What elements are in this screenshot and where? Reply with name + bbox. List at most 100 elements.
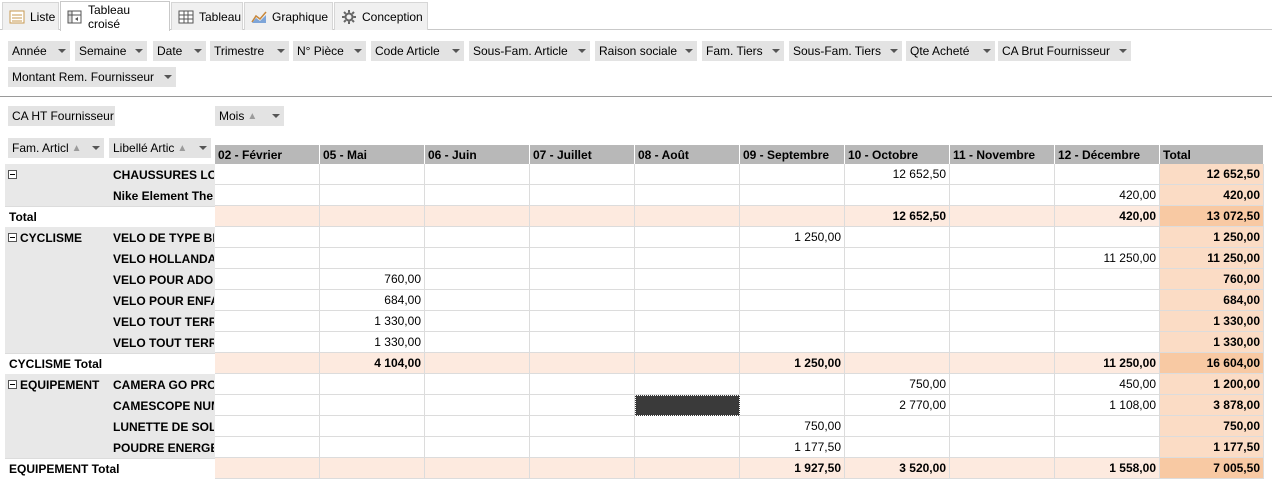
total-cell[interactable]: 3 878,00	[1160, 395, 1264, 416]
row-item-label[interactable]: CHAUSSURES LOI	[110, 164, 214, 185]
data-cell[interactable]: 12 652,50	[845, 164, 950, 185]
data-cell[interactable]	[215, 248, 320, 269]
data-cell[interactable]: 760,00	[320, 269, 425, 290]
filter-chip[interactable]: Qte Acheté	[906, 41, 995, 61]
data-cell[interactable]	[1055, 164, 1160, 185]
data-cell[interactable]	[950, 458, 1055, 479]
data-cell[interactable]	[950, 206, 1055, 227]
data-cell[interactable]	[950, 248, 1055, 269]
data-cell[interactable]	[530, 395, 635, 416]
data-cell[interactable]	[320, 164, 425, 185]
data-cell[interactable]	[530, 458, 635, 479]
data-cell[interactable]	[425, 269, 530, 290]
data-cell[interactable]	[530, 164, 635, 185]
data-cell[interactable]	[635, 227, 740, 248]
column-header[interactable]: 09 - Septembre	[740, 145, 845, 164]
data-cell[interactable]	[635, 353, 740, 374]
data-cell[interactable]	[215, 437, 320, 458]
data-cell[interactable]	[635, 290, 740, 311]
data-cell[interactable]	[320, 248, 425, 269]
total-cell[interactable]: 684,00	[1160, 290, 1264, 311]
data-cell[interactable]	[950, 311, 1055, 332]
data-cell[interactable]	[530, 185, 635, 206]
data-cell[interactable]	[215, 290, 320, 311]
total-cell[interactable]: 1 177,50	[1160, 437, 1264, 458]
data-cell[interactable]	[740, 206, 845, 227]
data-cell[interactable]	[1055, 416, 1160, 437]
data-cell[interactable]	[740, 269, 845, 290]
data-cell[interactable]	[1055, 311, 1160, 332]
row-item-label[interactable]: VELO POUR ENFAI	[110, 290, 214, 311]
data-cell[interactable]	[635, 269, 740, 290]
column-header[interactable]: 08 - Août	[635, 145, 740, 164]
data-cell[interactable]	[1055, 227, 1160, 248]
total-cell[interactable]: 1 330,00	[1160, 332, 1264, 353]
data-cell[interactable]	[635, 248, 740, 269]
data-cell[interactable]	[215, 206, 320, 227]
data-cell[interactable]	[320, 416, 425, 437]
total-cell[interactable]: 1 200,00	[1160, 374, 1264, 395]
row-item-label[interactable]: CAMESCOPE NUM	[110, 395, 214, 416]
data-cell[interactable]	[530, 269, 635, 290]
data-cell[interactable]	[950, 227, 1055, 248]
data-cell[interactable]: 450,00	[1055, 374, 1160, 395]
data-cell[interactable]	[320, 437, 425, 458]
data-cell[interactable]	[635, 206, 740, 227]
data-cell[interactable]	[320, 206, 425, 227]
data-cell[interactable]	[740, 374, 845, 395]
data-cell[interactable]: 1 558,00	[1055, 458, 1160, 479]
filter-chip[interactable]: Trimestre	[210, 41, 289, 61]
filter-chip[interactable]: Montant Rem. Fournisseur	[8, 67, 176, 87]
row-item-label[interactable]: VELO TOUT TERRA	[110, 311, 214, 332]
row-item-label[interactable]: VELO POUR ADO	[110, 269, 214, 290]
data-cell[interactable]	[740, 332, 845, 353]
tab-graphique[interactable]: Graphique	[244, 2, 333, 30]
dropdown-arrow-icon[interactable]	[272, 114, 280, 118]
data-cell[interactable]: 1 177,50	[740, 437, 845, 458]
collapse-icon[interactable]	[8, 380, 17, 389]
data-cell[interactable]	[740, 248, 845, 269]
data-cell[interactable]	[950, 416, 1055, 437]
data-cell[interactable]	[215, 311, 320, 332]
row-item-label[interactable]: CAMERA GO PRO	[110, 374, 214, 395]
column-header[interactable]: 02 - Février	[215, 145, 320, 164]
data-cell[interactable]: 1 250,00	[740, 227, 845, 248]
data-cell[interactable]	[845, 185, 950, 206]
row-item-label[interactable]: LUNETTE DE SOLE	[110, 416, 214, 437]
total-cell[interactable]: 13 072,50	[1160, 206, 1264, 227]
data-cell[interactable]	[530, 206, 635, 227]
dropdown-arrow-icon[interactable]	[1119, 49, 1127, 53]
total-cell[interactable]: 750,00	[1160, 416, 1264, 437]
data-cell[interactable]	[215, 395, 320, 416]
dropdown-arrow-icon[interactable]	[164, 75, 172, 79]
data-cell[interactable]	[845, 269, 950, 290]
column-header[interactable]: 07 - Juillet	[530, 145, 635, 164]
data-cell[interactable]	[635, 332, 740, 353]
data-cell[interactable]	[740, 164, 845, 185]
column-header[interactable]: 10 - Octobre	[845, 145, 950, 164]
data-cell[interactable]	[425, 458, 530, 479]
data-cell[interactable]	[950, 437, 1055, 458]
data-cell[interactable]	[320, 374, 425, 395]
data-cell[interactable]: 684,00	[320, 290, 425, 311]
data-cell[interactable]	[845, 248, 950, 269]
tab-liste[interactable]: Liste	[2, 2, 59, 30]
data-cell[interactable]: 4 104,00	[320, 353, 425, 374]
data-cell[interactable]	[320, 395, 425, 416]
total-cell[interactable]: 1 250,00	[1160, 227, 1264, 248]
data-cell[interactable]	[950, 164, 1055, 185]
data-cell[interactable]	[845, 227, 950, 248]
row-field-chip-libelle[interactable]: Libellé Artic ▲	[109, 138, 211, 158]
dropdown-arrow-icon[interactable]	[58, 49, 66, 53]
data-cell[interactable]	[950, 332, 1055, 353]
data-cell[interactable]	[425, 164, 530, 185]
data-cell[interactable]	[320, 185, 425, 206]
filter-chip[interactable]: Code Article	[371, 41, 464, 61]
dropdown-arrow-icon[interactable]	[772, 49, 780, 53]
data-cell[interactable]	[530, 437, 635, 458]
data-cell[interactable]	[635, 416, 740, 437]
data-cell[interactable]	[215, 353, 320, 374]
dropdown-arrow-icon[interactable]	[199, 146, 207, 150]
data-cell[interactable]	[950, 374, 1055, 395]
data-cell[interactable]	[215, 416, 320, 437]
